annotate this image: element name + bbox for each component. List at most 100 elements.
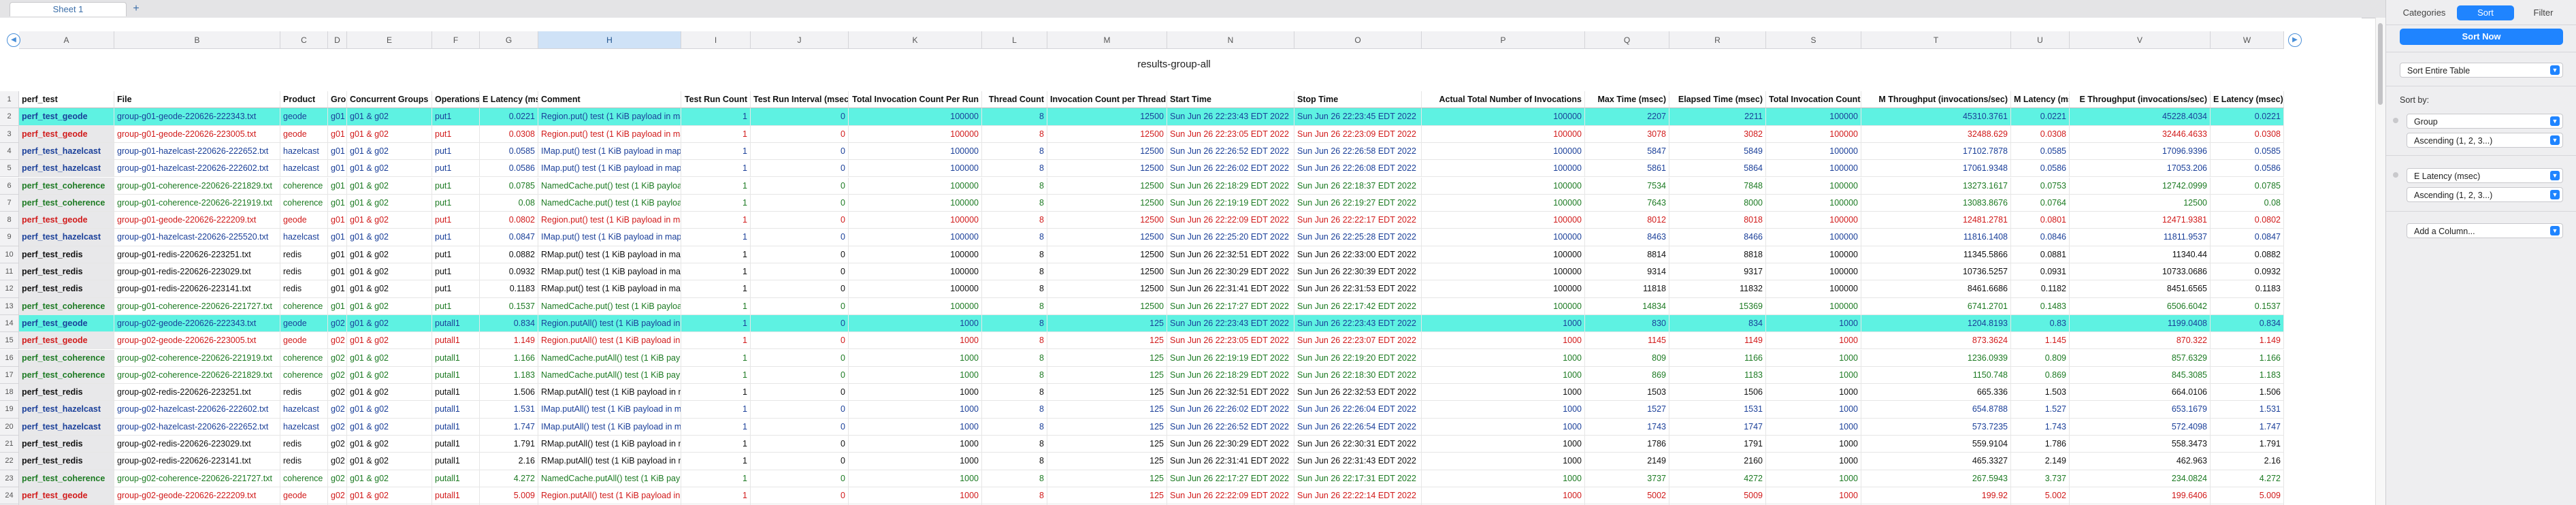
table-cell[interactable]: RMap.putAll() test (1 KiB payload in map… (538, 384, 681, 402)
table-cell[interactable]: 1 (681, 366, 751, 385)
table-cell[interactable]: 0.0308 (480, 125, 538, 143)
table-cell[interactable]: perf_test_redis (19, 453, 114, 470)
table-cell[interactable]: 8 (982, 177, 1047, 195)
column-header-w[interactable]: W (2211, 31, 2284, 49)
table-cell[interactable]: 100000 (849, 246, 982, 263)
table-cell[interactable]: 100000 (849, 263, 982, 281)
column-header-e[interactable]: E (347, 31, 432, 49)
tab-categories[interactable]: Categories (2393, 5, 2456, 20)
table-cell[interactable]: 5.002 (2011, 487, 2070, 505)
column-header-g[interactable]: G (480, 31, 538, 49)
table-cell[interactable]: 8 (982, 436, 1047, 453)
table-cell[interactable]: 125 (1047, 366, 1167, 385)
table-cell[interactable]: 1000 (1766, 349, 1861, 367)
table-cell[interactable]: 1000 (849, 453, 982, 470)
header-cell[interactable]: Concurrent Groups (347, 91, 432, 109)
table-cell[interactable]: 100000 (1766, 229, 1861, 246)
table-cell[interactable]: 1531 (1669, 401, 1766, 419)
header-cell[interactable]: E Latency (msec) (2211, 91, 2284, 109)
add-sheet-button[interactable]: + (129, 3, 143, 15)
table-cell[interactable]: 8 (982, 314, 1047, 333)
row-header[interactable]: 6 (0, 177, 19, 195)
table-cell[interactable]: Region.putAll() test (1 KiB payload in m… (538, 332, 681, 350)
table-cell[interactable]: g01 (328, 246, 347, 263)
table-cell[interactable]: 8461.6686 (1861, 280, 2011, 298)
table-cell[interactable]: Sun Jun 26 22:22:17 EDT 2022 (1294, 212, 1422, 229)
table-cell[interactable]: 2.149 (2011, 453, 2070, 470)
table-cell[interactable]: 1000 (1766, 470, 1861, 487)
table-cell[interactable]: g02 (328, 349, 347, 367)
table-cell[interactable]: Sun Jun 26 22:30:39 EDT 2022 (1294, 263, 1422, 281)
table-cell[interactable]: geode (280, 314, 328, 333)
table-cell[interactable]: 0 (751, 212, 849, 229)
table-cell[interactable]: 1 (681, 125, 751, 143)
table-cell[interactable]: 1.506 (480, 384, 538, 402)
table-cell[interactable]: 8 (982, 263, 1047, 281)
table-cell[interactable]: perf_test_coherence (19, 297, 114, 315)
table-cell[interactable]: geode (280, 487, 328, 505)
table-cell[interactable]: 8463 (1585, 229, 1669, 246)
table-cell[interactable]: 0.0221 (2211, 108, 2284, 126)
table-cell[interactable]: 12500 (1047, 297, 1167, 315)
table-cell[interactable]: g02 (328, 487, 347, 505)
header-cell[interactable]: Invocation Count per Thread (1047, 91, 1167, 109)
header-cell[interactable]: Operations (432, 91, 480, 109)
table-cell[interactable]: 125 (1047, 418, 1167, 436)
table-cell[interactable]: 5.009 (480, 487, 538, 505)
column-header-u[interactable]: U (2011, 31, 2070, 49)
table-cell[interactable]: 0 (751, 314, 849, 333)
table-cell[interactable]: Sun Jun 26 22:18:29 EDT 2022 (1167, 177, 1294, 195)
table-cell[interactable]: Sun Jun 26 22:23:43 EDT 2022 (1167, 108, 1294, 126)
table-cell[interactable]: 8814 (1585, 246, 1669, 263)
table-cell[interactable]: 10736.5257 (1861, 263, 2011, 281)
table-cell[interactable]: 12742.0999 (2070, 177, 2211, 195)
table-cell[interactable]: 1000 (849, 384, 982, 402)
table-cell[interactable]: 654.8788 (1861, 401, 2011, 419)
table-cell[interactable]: 13273.1617 (1861, 177, 2011, 195)
table-cell[interactable]: Sun Jun 26 22:30:29 EDT 2022 (1167, 436, 1294, 453)
table-cell[interactable]: 45310.3761 (1861, 108, 2011, 126)
header-cell[interactable]: Test Run Interval (msec) (751, 91, 849, 109)
table-cell[interactable]: group-g01-redis-220626-223251.txt (114, 246, 280, 263)
table-cell[interactable]: 4.272 (2211, 470, 2284, 487)
table-cell[interactable]: 6741.2701 (1861, 297, 2011, 315)
table-cell[interactable]: redis (280, 384, 328, 402)
table-cell[interactable]: 100000 (1766, 125, 1861, 143)
table-cell[interactable]: 5002 (1585, 487, 1669, 505)
table-cell[interactable]: 1000 (1422, 487, 1585, 505)
table-cell[interactable]: Sun Jun 26 22:26:52 EDT 2022 (1167, 142, 1294, 161)
table-cell[interactable]: 32488.629 (1861, 125, 2011, 143)
table-cell[interactable]: 1 (681, 194, 751, 212)
table-cell[interactable]: 1 (681, 263, 751, 281)
table-cell[interactable]: 12500 (1047, 280, 1167, 298)
table-cell[interactable]: 125 (1047, 314, 1167, 333)
table-cell[interactable]: put1 (432, 160, 480, 178)
table-cell[interactable]: perf_test_geode (19, 212, 114, 229)
table-cell[interactable]: g01 & g02 (347, 177, 432, 195)
table-cell[interactable]: Sun Jun 26 22:23:43 EDT 2022 (1294, 314, 1422, 333)
table-cell[interactable]: 100000 (1766, 194, 1861, 212)
table-cell[interactable]: IMap.put() test (1 KiB payload in map) (538, 142, 681, 161)
table-cell[interactable]: Sun Jun 26 22:18:29 EDT 2022 (1167, 366, 1294, 385)
table-cell[interactable]: 11818 (1585, 280, 1669, 298)
table-cell[interactable]: Sun Jun 26 22:22:09 EDT 2022 (1167, 487, 1294, 505)
table-cell[interactable]: 1 (681, 229, 751, 246)
table-cell[interactable]: 100000 (1422, 142, 1585, 161)
table-cell[interactable]: 0.0308 (2211, 125, 2284, 143)
table-cell[interactable]: 0 (751, 229, 849, 246)
table-cell[interactable]: hazelcast (280, 142, 328, 161)
table-cell[interactable]: perf_test_geode (19, 125, 114, 143)
table-cell[interactable]: 0.0221 (480, 108, 538, 126)
table-cell[interactable]: 8 (982, 297, 1047, 315)
table-cell[interactable]: 7848 (1669, 177, 1766, 195)
table-cell[interactable]: g01 (328, 108, 347, 126)
table-cell[interactable]: g01 & g02 (347, 487, 432, 505)
table-cell[interactable]: 1503 (1585, 384, 1669, 402)
header-cell[interactable]: Comment (538, 91, 681, 109)
column-header-q[interactable]: Q (1585, 31, 1669, 49)
table-cell[interactable]: 1000 (1422, 366, 1585, 385)
table-cell[interactable]: 0.0882 (2211, 246, 2284, 263)
table-cell[interactable]: 12500 (2070, 194, 2211, 212)
table-cell[interactable]: 100000 (1422, 229, 1585, 246)
table-cell[interactable]: 100000 (1766, 212, 1861, 229)
